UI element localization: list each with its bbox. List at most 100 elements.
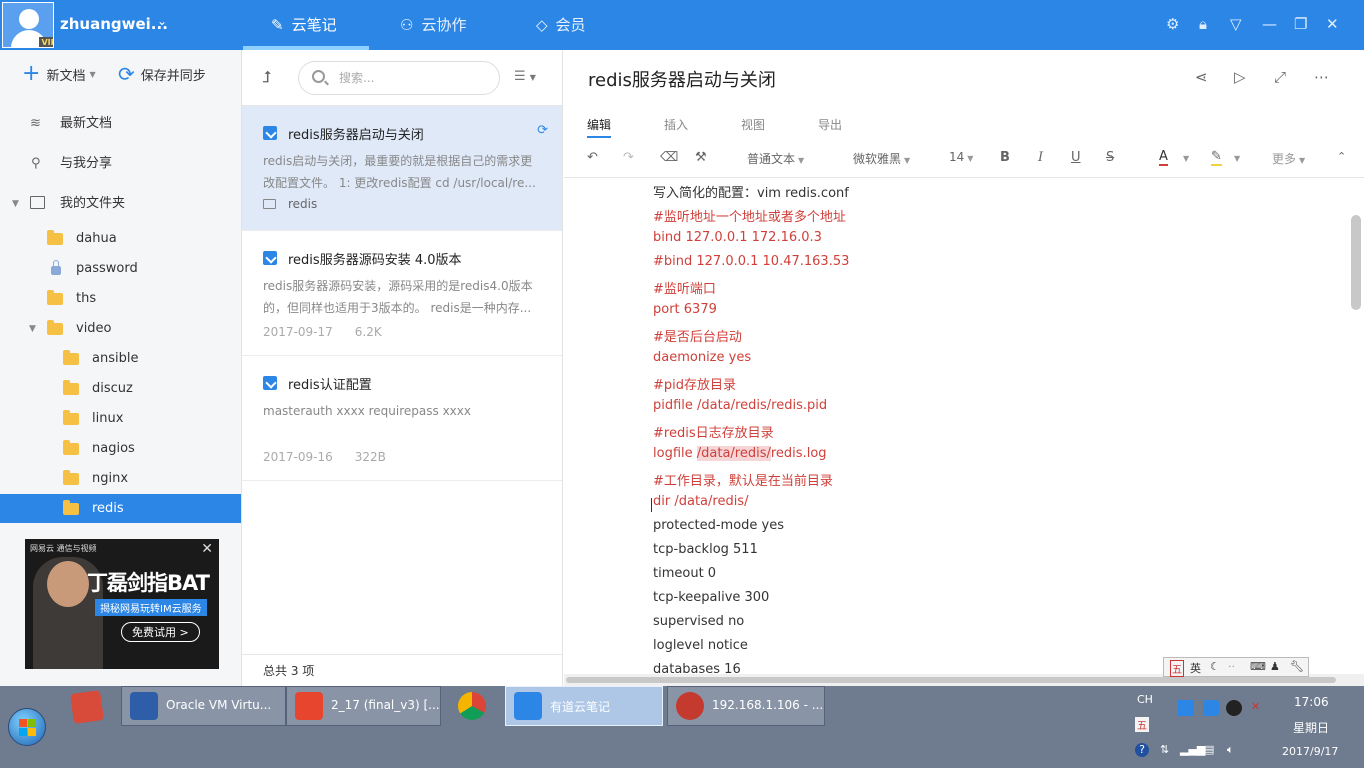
collapse-toolbar-icon[interactable]: ⌃ (1337, 150, 1346, 163)
punctuation-icon[interactable]: ·· (1228, 660, 1235, 673)
highlighted-text: /data/redis/ (696, 446, 771, 461)
folder-item-password[interactable]: password (0, 254, 241, 284)
format-painter-icon[interactable]: ⚒ (695, 150, 707, 165)
close-button[interactable]: ✕ (1326, 15, 1339, 33)
search-box[interactable] (298, 61, 500, 95)
ime-mode-indicator[interactable]: 五 (1170, 660, 1184, 677)
content-line: #监听端口 (653, 282, 716, 297)
chevron-down-icon[interactable]: ⌄ (157, 14, 167, 28)
moon-icon[interactable]: ☾ (1210, 660, 1220, 673)
redo-icon[interactable]: ↷ (623, 150, 634, 165)
network-icon[interactable]: ▂▄▆ (1180, 743, 1205, 756)
scrollbar-thumb[interactable] (566, 677, 1336, 683)
tab-view[interactable]: 视图 (741, 116, 765, 133)
new-doc-button[interactable]: + 新文档 ▼ (22, 63, 96, 85)
sort-up-icon[interactable]: ⮥ (262, 67, 271, 87)
tray-app-icon[interactable] (1178, 700, 1194, 716)
clipboard-icon[interactable]: ▤ (1204, 743, 1214, 756)
menu-icon[interactable]: ▽ (1230, 15, 1242, 33)
note-item[interactable]: redis认证配置 masterauth xxxx requirepass xx… (242, 356, 562, 481)
expand-arrow-icon[interactable]: ▼ (29, 314, 36, 344)
tab-export[interactable]: 导出 (818, 116, 842, 133)
taskbar-item-youdao-note[interactable]: 有道云笔记 (505, 686, 663, 726)
volume-icon[interactable]: 🔈︎ (1227, 743, 1234, 757)
tab-cloud-notes[interactable]: ✎ 云笔记 (271, 0, 337, 50)
folder-item-ansible[interactable]: ansible (0, 344, 241, 374)
highlight-icon[interactable]: ✎ (1211, 150, 1222, 166)
paragraph-style-select[interactable]: 普通文本 ▼ (747, 150, 804, 167)
usb-icon[interactable]: ⇅ (1160, 743, 1169, 756)
folder-item-linux[interactable]: linux (0, 404, 241, 434)
pinned-app-icon[interactable] (70, 690, 104, 724)
eraser-icon[interactable]: ⌫ (660, 150, 678, 165)
bold-button[interactable]: B (1000, 150, 1010, 165)
folder-item-ths[interactable]: ths (0, 284, 241, 314)
font-select[interactable]: 微软雅黑 ▼ (853, 150, 910, 167)
fullscreen-icon[interactable]: ⤢ (1274, 68, 1286, 86)
folder-item-video[interactable]: ▼ video (0, 314, 241, 344)
taskbar-item-virtualbox[interactable]: Oracle VM Virtu... (121, 686, 286, 726)
search-input[interactable] (339, 70, 489, 86)
folder-item-dahua[interactable]: dahua (0, 224, 241, 254)
sidebar-item-shared[interactable]: ⚲ 与我分享 (0, 149, 241, 179)
keyboard-icon[interactable]: ⌨ (1250, 660, 1266, 673)
folder-item-redis[interactable]: redis (0, 494, 241, 523)
taskbar-item-chrome[interactable] (445, 686, 500, 726)
clock-day[interactable]: 星期日 (1293, 719, 1329, 736)
strikethrough-button[interactable]: S (1106, 150, 1114, 165)
clock-time[interactable]: 17:06 (1294, 695, 1329, 709)
lock-icon (51, 260, 61, 275)
chevron-down-icon[interactable]: ▼ (1183, 154, 1189, 163)
ime-lang-toggle[interactable]: 英 (1190, 660, 1201, 676)
ime-toolbar[interactable]: 五 英 ☾ ·· ⌨ ♟ 🔧︎ (1163, 657, 1309, 677)
underline-button[interactable]: U (1071, 150, 1081, 165)
folder-item-discuz[interactable]: discuz (0, 374, 241, 404)
start-button[interactable] (8, 708, 46, 746)
present-icon[interactable]: ▷ (1234, 68, 1246, 86)
advertisement-banner[interactable]: 网易云 通信与视频 丁磊剑指BAT 揭秘网易玩转IM云服务 免费试用 > ✕ (25, 539, 219, 669)
minimize-button[interactable]: — (1262, 15, 1277, 33)
avatar[interactable]: VIP (2, 2, 54, 48)
sidebar-item-my-folders[interactable]: ▼ 我的文件夹 (0, 189, 241, 219)
taskbar-item-final-v3[interactable]: 2_17 (final_v3) [... (286, 686, 441, 726)
expand-arrow-icon[interactable]: ▼ (12, 189, 19, 219)
note-item[interactable]: redis服务器源码安装 4.0版本 redis服务器源码安装，源码采用的是re… (242, 231, 562, 356)
note-content[interactable]: 写入简化的配置：vim redis.conf #监听地址一个地址或者多个地址 b… (564, 178, 1350, 673)
more-icon[interactable]: ⋯ (1314, 68, 1329, 86)
tray-shield-icon[interactable] (1226, 700, 1242, 716)
clock-date[interactable]: 2017/9/17 (1282, 745, 1338, 758)
vertical-scrollbar[interactable] (1351, 215, 1361, 310)
taskbar-item-ssh-session[interactable]: 192.168.1.106 - ... (667, 686, 825, 726)
gear-icon[interactable]: ⚙ (1166, 15, 1179, 33)
ime-tray-icon[interactable]: 五 (1135, 717, 1149, 732)
view-mode-icon[interactable]: ☰ ▼ (514, 69, 536, 84)
username[interactable]: zhuangwei... (60, 15, 168, 33)
close-icon[interactable]: ✕ (201, 541, 213, 557)
more-format-button[interactable]: 更多 ▼ (1272, 150, 1305, 167)
help-icon[interactable]: ? (1135, 743, 1149, 757)
tab-member[interactable]: ◇ 会员 (536, 0, 586, 50)
wrench-icon[interactable]: 🔧︎ (1290, 660, 1304, 673)
tray-note-icon[interactable] (1203, 700, 1219, 716)
sidebar-item-recent[interactable]: ≋ 最新文档 (0, 109, 241, 139)
font-size-select[interactable]: 14 ▼ (949, 150, 973, 164)
note-item[interactable]: redis服务器启动与关闭 ⟳ redis启动与关闭，最重要的就是根据自己的需求… (242, 106, 562, 231)
language-indicator[interactable]: CH (1137, 693, 1153, 706)
tray-warning-icon[interactable]: ✕ (1251, 700, 1260, 713)
font-color-button[interactable]: A (1159, 150, 1168, 166)
note-title-heading[interactable]: redis服务器启动与关闭 (588, 66, 776, 92)
tab-collaborate[interactable]: ⚇ 云协作 (400, 0, 466, 50)
undo-icon[interactable]: ↶ (587, 150, 598, 165)
maximize-button[interactable]: ❐ (1294, 15, 1307, 33)
folder-item-nginx[interactable]: nginx (0, 464, 241, 494)
save-sync-button[interactable]: ⟳ 保存并同步 (118, 64, 206, 84)
italic-button[interactable]: I (1038, 150, 1043, 165)
tab-insert[interactable]: 插入 (664, 116, 688, 133)
tab-edit[interactable]: 编辑 (587, 116, 611, 133)
folder-item-nagios[interactable]: nagios (0, 434, 241, 464)
chevron-down-icon[interactable]: ▼ (1234, 154, 1240, 163)
ad-trial-button[interactable]: 免费试用 > (121, 622, 200, 642)
lock-icon[interactable]: 🔒︎ (1199, 15, 1207, 33)
share-icon[interactable]: ⋖ (1195, 68, 1208, 86)
user-icon[interactable]: ♟ (1270, 660, 1280, 673)
